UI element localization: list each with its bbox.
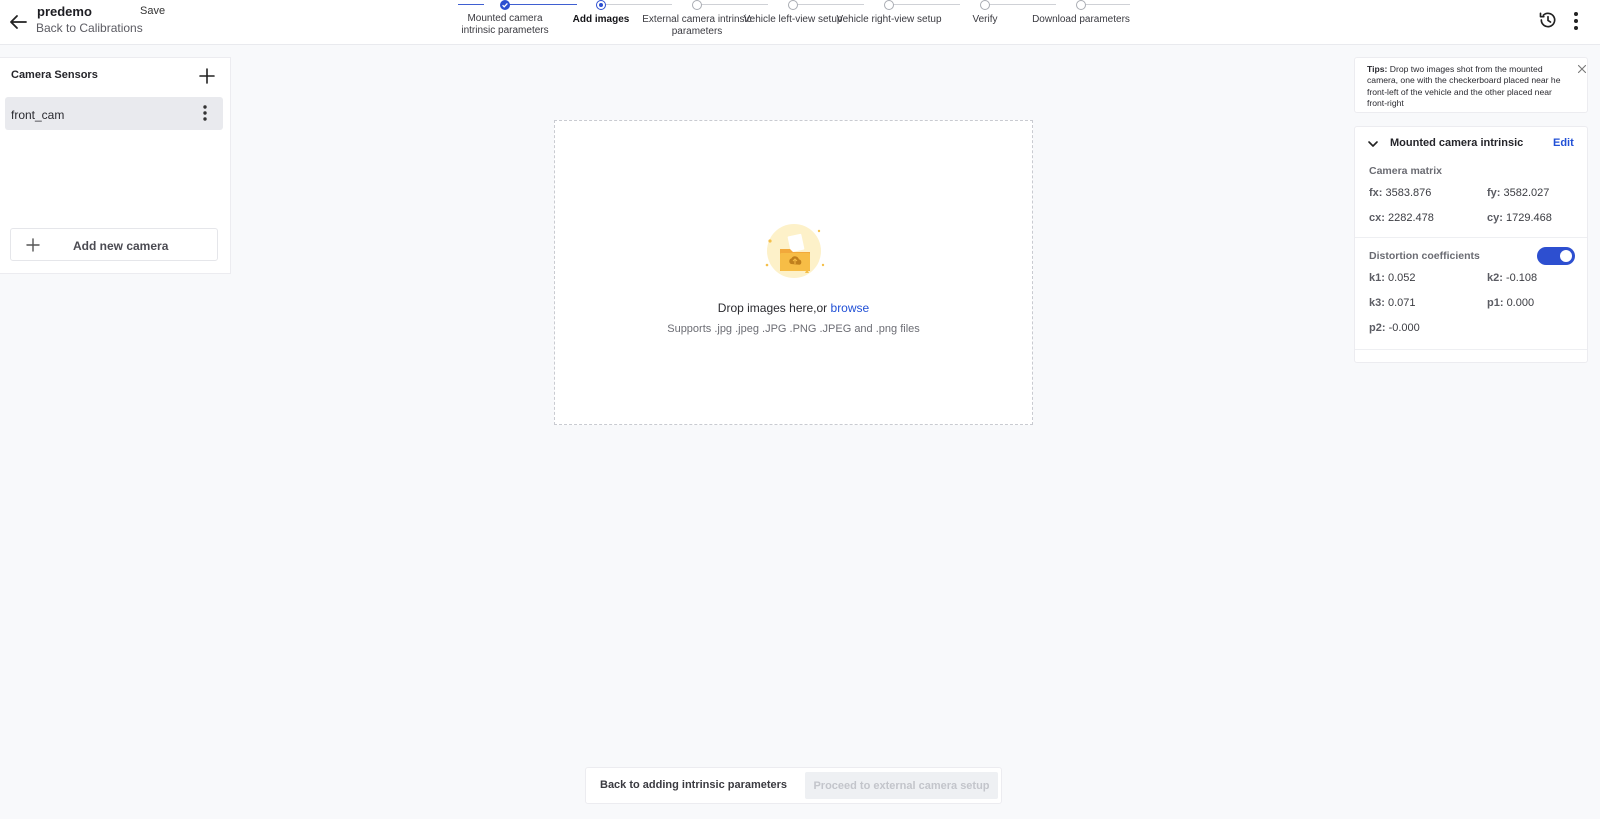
history-icon[interactable] [1538, 10, 1558, 30]
section-divider [1355, 237, 1587, 238]
distortion-k2: k2: -0.108 [1487, 272, 1537, 284]
param-key: fy: [1487, 187, 1501, 199]
intrinsic-title: Mounted camera intrinsic [1390, 137, 1524, 149]
edit-button[interactable]: Edit [1553, 137, 1574, 149]
step-label: Add images [572, 14, 630, 25]
tips-box: Tips: Drop two images shot from the moun… [1354, 57, 1588, 113]
tips-label: Tips: [1367, 64, 1388, 74]
step-circle-icon [692, 0, 702, 10]
distortion-p1: p1: 0.000 [1487, 297, 1534, 309]
project-name: predemo [37, 4, 92, 19]
param-value: 3583.876 [1385, 187, 1432, 199]
param-key: fx: [1369, 187, 1383, 199]
matrix-fy-value: fy: 3582.027 [1487, 187, 1549, 199]
current-step-icon [596, 0, 606, 10]
check-icon [500, 0, 510, 10]
param-key: cy: [1487, 212, 1503, 224]
distortion-title: Distortion coefficients [1369, 250, 1480, 262]
distortion-k3: k3: 0.071 [1369, 297, 1416, 309]
param-key: k2: [1487, 272, 1503, 284]
step-circle-icon [1076, 0, 1086, 10]
step-external-intrinsic[interactable]: External camera intrinsic parameters [642, 0, 752, 38]
param-value: 3582.027 [1503, 187, 1550, 199]
param-value: 0.052 [1387, 272, 1416, 284]
kebab-icon[interactable] [199, 104, 211, 122]
step-circle-icon [788, 0, 798, 10]
footer-actions: Back to adding intrinsic parameters Proc… [585, 767, 1002, 804]
dropzone-text: Drop images here,or browse [555, 301, 1032, 315]
param-key: k3: [1369, 297, 1385, 309]
arrow-left-icon[interactable] [6, 10, 30, 34]
browse-link[interactable]: browse [831, 301, 870, 315]
image-dropzone[interactable]: Drop images here,or browse Supports .jpg… [554, 120, 1033, 425]
mounted-camera-intrinsic-card: Mounted camera intrinsic Edit Camera mat… [1354, 126, 1588, 363]
step-label: Verify [972, 14, 998, 25]
matrix-cx: cx: 2282.478 [1369, 212, 1434, 224]
save-button[interactable]: Save [140, 5, 165, 17]
param-key: p1: [1487, 297, 1504, 309]
distortion-k1: k1: 0.052 [1369, 272, 1416, 284]
camera-item-front-cam[interactable]: front_cam [5, 97, 223, 130]
distortion-toggle[interactable] [1537, 247, 1575, 265]
plus-icon [26, 238, 40, 252]
plus-icon[interactable] [198, 67, 216, 85]
step-mounted-intrinsic[interactable]: Mounted camera intrinsic parameters [450, 0, 560, 37]
step-circle-icon [980, 0, 990, 10]
step-left-view[interactable]: Vehicle left-view setup [738, 0, 848, 26]
param-key: k1: [1369, 272, 1385, 284]
top-bar: predemo Save Back to Calibrations Mounte… [0, 0, 1600, 45]
matrix-fx: fx: 3583.876 [1369, 187, 1431, 199]
step-label: Vehicle left-view setup [743, 14, 843, 25]
step-add-images[interactable]: Add images [546, 0, 656, 26]
proceed-button[interactable]: Proceed to external camera setup [805, 772, 998, 799]
param-value: -0.000 [1388, 322, 1420, 334]
section-divider [1355, 349, 1587, 350]
step-label: Mounted camera intrinsic parameters [461, 13, 549, 36]
progress-stepper: Mounted camera intrinsic parameters Add … [458, 0, 1130, 44]
step-circle-icon [884, 0, 894, 10]
folder-upload-icon [765, 224, 825, 278]
matrix-cy: cy: 1729.468 [1487, 212, 1552, 224]
back-to-calibrations-link[interactable]: Back to Calibrations [36, 21, 143, 35]
step-verify[interactable]: Verify [930, 0, 1040, 26]
step-download[interactable]: Download parameters [1026, 0, 1136, 26]
tips-text: Drop two images shot from the mounted ca… [1367, 64, 1561, 109]
param-value: -0.108 [1505, 272, 1538, 284]
camera-name: front_cam [11, 108, 65, 122]
add-new-camera-button[interactable]: Add new camera [10, 228, 218, 261]
step-label: External camera intrinsic parameters [642, 14, 752, 37]
kebab-icon[interactable] [1569, 10, 1583, 32]
drop-instruction: Drop images here,or [717, 301, 828, 315]
back-to-intrinsic-button[interactable]: Back to adding intrinsic parameters [600, 779, 787, 791]
add-camera-label: Add new camera [73, 239, 169, 253]
camera-sensors-title: Camera Sensors [11, 69, 98, 81]
param-value: 2282.478 [1387, 212, 1434, 224]
step-label: Download parameters [1032, 14, 1130, 25]
param-key: p2: [1369, 322, 1386, 334]
camera-matrix-title: Camera matrix [1369, 165, 1442, 177]
param-value: 0.000 [1506, 297, 1535, 309]
param-value: 1729.468 [1505, 212, 1552, 224]
param-key: cx: [1369, 212, 1385, 224]
chevron-down-icon[interactable] [1367, 138, 1379, 150]
step-label: Vehicle right-view setup [836, 14, 942, 25]
supported-formats: Supports .jpg .jpeg .JPG .PNG .JPEG and … [667, 323, 920, 335]
close-icon[interactable] [1577, 64, 1587, 74]
param-value: 0.071 [1387, 297, 1416, 309]
camera-sensors-panel: Camera Sensors front_cam Add new camera [0, 57, 231, 274]
distortion-p2: p2: -0.000 [1369, 322, 1420, 334]
step-right-view[interactable]: Vehicle right-view setup [834, 0, 944, 26]
